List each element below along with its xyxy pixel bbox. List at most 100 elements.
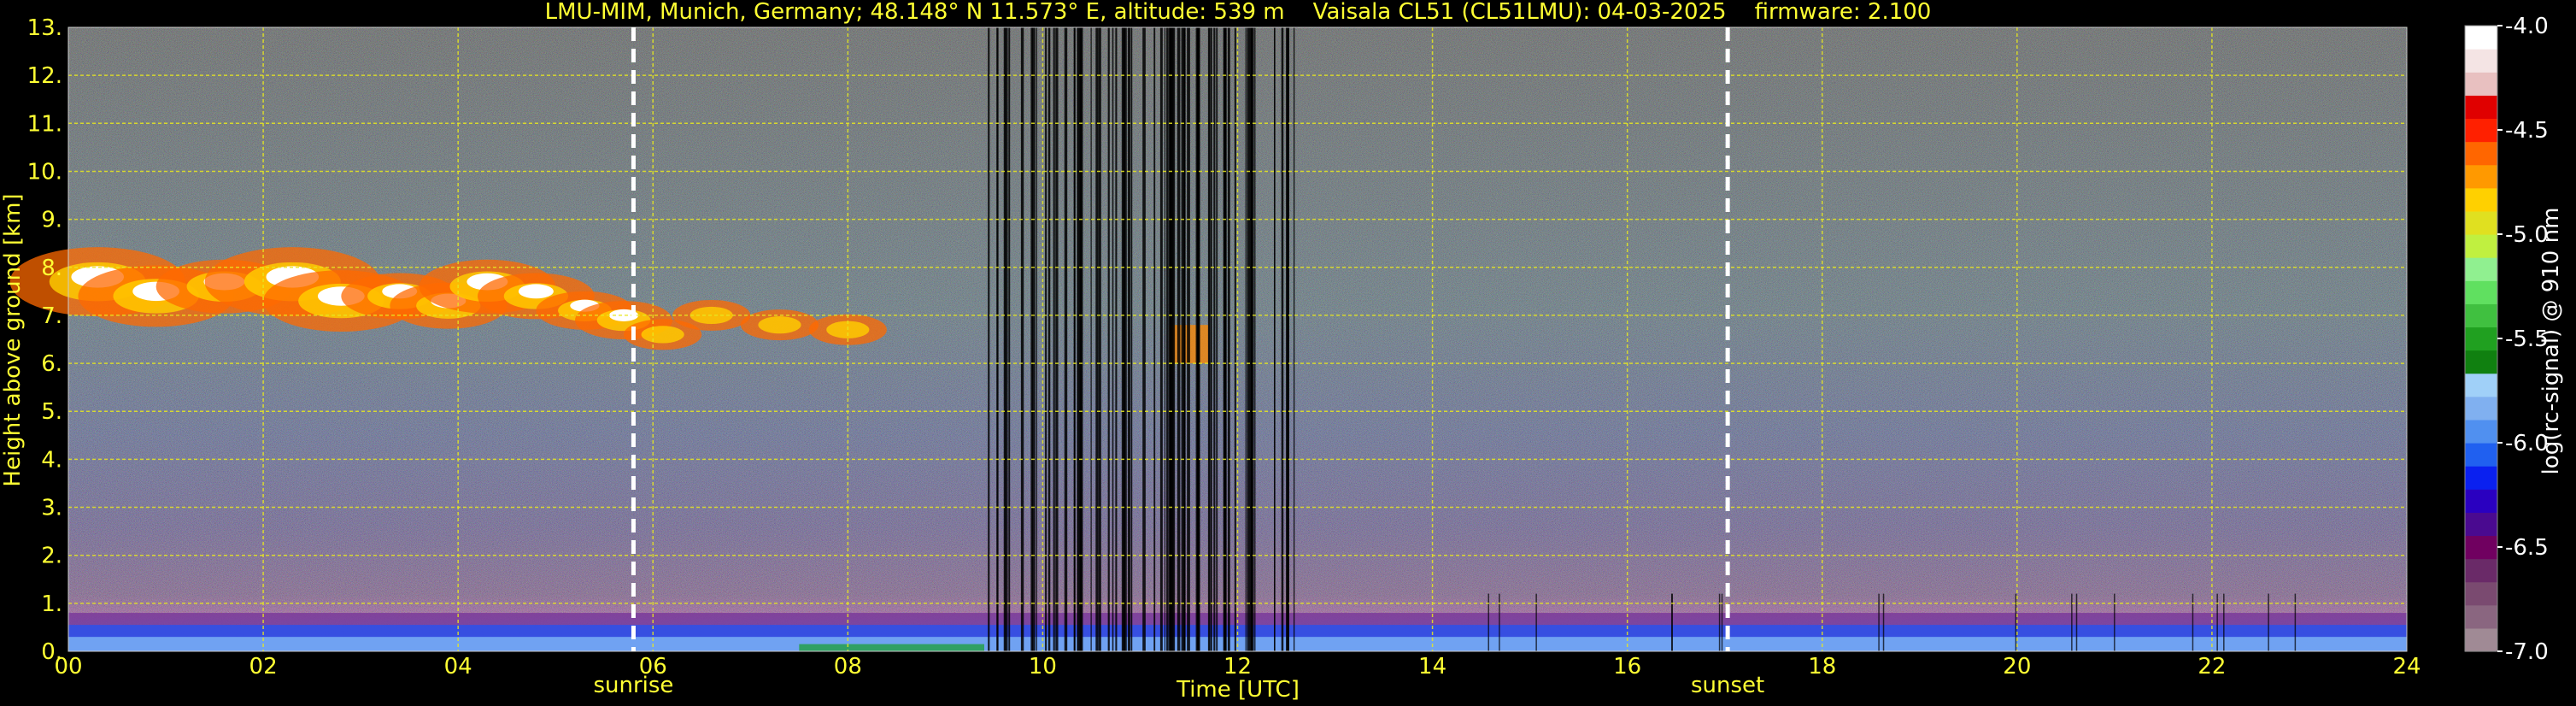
gap-stripe xyxy=(1045,27,1047,651)
gap-stripe xyxy=(1127,27,1131,651)
x-tick-label: 16 xyxy=(1613,654,1641,680)
gap-stripe xyxy=(1878,593,1880,651)
x-tick-label: 18 xyxy=(1808,654,1836,680)
colorbar-swatch xyxy=(2465,303,2497,328)
gap-stripe xyxy=(1223,27,1227,651)
cloud-peak xyxy=(518,284,554,299)
y-tick-label: 12. xyxy=(27,63,62,89)
gap-stripe xyxy=(2015,593,2017,651)
colorbar-swatch xyxy=(2465,489,2497,513)
gap-stripe xyxy=(1005,27,1008,651)
y-tick-label: 4. xyxy=(41,447,62,473)
x-tick-label: 04 xyxy=(444,654,472,680)
colorbar-swatch xyxy=(2465,49,2497,73)
y-tick-label: 3. xyxy=(41,496,62,521)
gap-stripe xyxy=(1177,27,1181,651)
colorbar-swatch xyxy=(2465,535,2497,560)
colorbar-swatch xyxy=(2465,118,2497,143)
gap-stripe xyxy=(1130,27,1133,651)
gap-stripe xyxy=(1234,27,1236,651)
x-tick-label: 22 xyxy=(2198,654,2226,680)
y-tick-label: 8. xyxy=(41,256,62,281)
y-tick-label: 2. xyxy=(41,544,62,569)
gap-stripe xyxy=(997,27,999,651)
colorbar-swatch xyxy=(2465,627,2497,652)
x-tick-label: 20 xyxy=(2003,654,2031,680)
x-tick-label: 10 xyxy=(1029,654,1057,680)
gap-stripe xyxy=(1245,27,1247,651)
x-tick-label: 02 xyxy=(249,654,278,680)
gap-stripe xyxy=(1055,27,1059,651)
gap-stripe xyxy=(2192,593,2194,651)
colorbar-swatch xyxy=(2465,141,2497,166)
gap-stripe xyxy=(1053,27,1055,651)
gap-stripe xyxy=(1168,27,1171,651)
x-axis-label: Time [UTC] xyxy=(1176,677,1300,703)
gap-stripe xyxy=(1718,593,1721,651)
gap-stripe xyxy=(2294,593,2297,651)
colorbar-swatch xyxy=(2465,210,2497,235)
gap-stripe xyxy=(1721,593,1723,651)
gap-stripe xyxy=(1077,27,1080,651)
y-tick-label: 13. xyxy=(27,15,62,41)
colorbar-swatch xyxy=(2465,72,2497,96)
y-tick-label: 1. xyxy=(41,591,62,617)
gap-stripe xyxy=(1247,27,1251,651)
gap-stripe xyxy=(2216,593,2218,651)
gap-stripe xyxy=(1227,27,1230,651)
colorbar-swatch xyxy=(2465,350,2497,374)
colorbar-swatch xyxy=(2465,396,2497,421)
y-axis-label: Height above ground [km] xyxy=(0,193,26,486)
colorbar-swatch xyxy=(2465,419,2497,444)
gap-stripe xyxy=(2075,593,2078,651)
colorbar-tick-label: -4.0 xyxy=(2505,14,2549,39)
y-tick-label: 10. xyxy=(27,159,62,185)
colorbar-tick-label: -4.5 xyxy=(2505,118,2549,144)
y-tick-label: 9. xyxy=(41,208,62,233)
gap-stripe xyxy=(2268,593,2269,651)
gap-stripe xyxy=(1073,27,1076,651)
y-tick-label: 7. xyxy=(41,303,62,329)
gap-stripe xyxy=(2223,593,2225,651)
colorbar-swatch xyxy=(2465,443,2497,467)
x-tick-label: 12 xyxy=(1223,654,1252,680)
gap-stripe xyxy=(1208,27,1211,651)
plot-area xyxy=(9,27,2407,651)
gap-stripe xyxy=(1286,27,1289,651)
colorbar-swatch xyxy=(2465,187,2497,212)
colorbar-swatch xyxy=(2465,26,2497,50)
gap-stripe xyxy=(1031,27,1036,651)
gap-stripe xyxy=(1008,27,1011,651)
x-tick-labels: 00 02 04 06 08 10 12 14 16 18 20 22 24 xyxy=(54,654,2421,680)
gap-stripe xyxy=(1197,27,1200,651)
x-tick-label: 08 xyxy=(834,654,862,680)
surface-green-patch xyxy=(799,644,984,651)
sunset-label: sunset xyxy=(1691,673,1764,698)
gap-stripe xyxy=(1095,27,1099,651)
gap-stripe xyxy=(1216,27,1218,651)
gap-stripe xyxy=(1112,27,1114,651)
x-tick-label: 14 xyxy=(1418,654,1446,680)
gap-stripe xyxy=(1090,27,1092,651)
x-tick-label: 00 xyxy=(54,654,82,680)
colorbar-swatch xyxy=(2465,95,2497,120)
ceilometer-plot: sunrise sunset 0.1.2.3.4.5.6.7.8.9.10.11.… xyxy=(0,0,2564,703)
gap-stripe xyxy=(1281,27,1284,651)
gap-stripe xyxy=(1182,27,1186,651)
gap-stripe xyxy=(1036,27,1037,651)
y-tick-labels: 0.1.2.3.4.5.6.7.8.9.10.11.12.13. xyxy=(27,15,62,665)
gap-stripe xyxy=(1020,27,1024,651)
gap-stripe xyxy=(1107,27,1110,651)
gap-stripe xyxy=(1671,593,1674,651)
colorbar: -4.0-4.5-5.0-5.5-6.0-6.5-7.0 xyxy=(2464,14,2549,665)
gap-stripe xyxy=(1499,593,1500,651)
colorbar-swatch xyxy=(2465,280,2497,304)
gap-stripe xyxy=(1124,27,1127,651)
colorbar-swatch xyxy=(2465,558,2497,583)
cloud-core xyxy=(758,316,801,334)
colorbar-swatch xyxy=(2465,512,2497,537)
gap-stripe xyxy=(1254,27,1256,651)
gap-stripe xyxy=(1274,27,1276,651)
colorbar-swatch xyxy=(2465,373,2497,397)
gap-stripe xyxy=(1098,27,1101,651)
